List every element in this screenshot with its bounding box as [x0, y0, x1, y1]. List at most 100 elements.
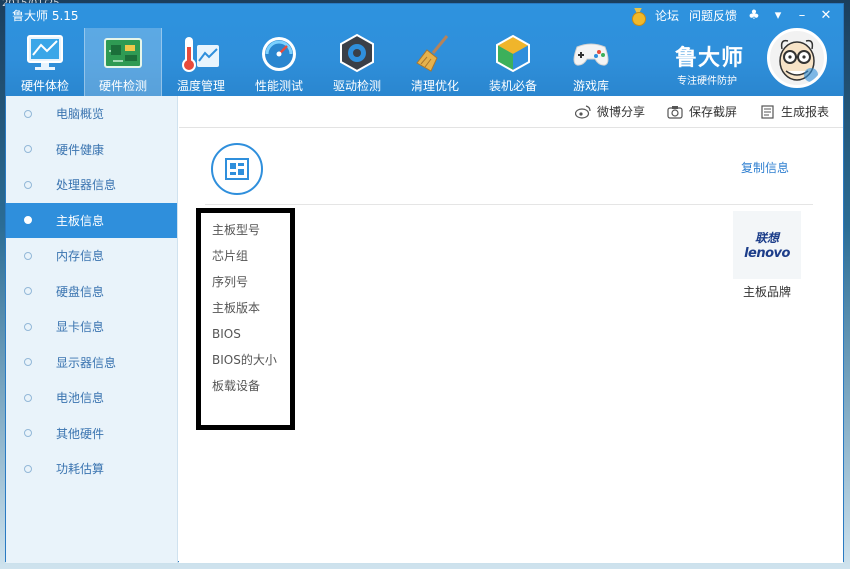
sidebar-item-label: 硬件健康 [56, 142, 105, 157]
monitor-icon [27, 35, 63, 70]
save-screenshot-button[interactable]: 保存截屏 [667, 103, 737, 120]
info-row-onboard: 板载设备 [212, 379, 261, 393]
broom-icon [416, 35, 449, 72]
sidebar-item-battery[interactable]: 电池信息 [6, 380, 177, 416]
sidebar-item-label: 电脑概览 [56, 107, 105, 122]
app-window: 鲁大师 5.15 论坛 问题反馈 ♣ ▾ – ✕ 硬件体检 硬件检测 温度管理 … [5, 3, 844, 563]
bullet-icon [24, 216, 32, 225]
weibo-share-button[interactable]: 微博分享 [574, 103, 645, 120]
logo-text-en: lenovo [744, 246, 790, 261]
bullet-icon [24, 464, 32, 473]
skin-icon[interactable]: ♣ [747, 8, 761, 23]
gear-chip-icon [340, 33, 374, 73]
motherboard-info-list: 主板型号 芯片组 序列号 主板版本 BIOS BIOS的大小 板载设备 [196, 208, 295, 430]
sidebar-item-label: 显卡信息 [56, 320, 105, 335]
brand-slogan: 专注硬件防护 [677, 76, 737, 87]
sidebar-item-overview[interactable]: 电脑概览 [6, 96, 177, 132]
tab-cleanup[interactable]: 清理优化 [396, 28, 474, 96]
info-row-bios: BIOS [212, 327, 241, 341]
tab-driver-detection[interactable]: 驱动检测 [318, 28, 396, 96]
gamepad-icon [573, 43, 609, 66]
sidebar-item-disk[interactable]: 硬盘信息 [6, 274, 177, 310]
sidebar-item-label: 功耗估算 [56, 462, 105, 477]
sidebar-item-power-estimate[interactable]: 功耗估算 [6, 451, 177, 487]
tab-performance[interactable]: 性能测试 [240, 28, 318, 96]
sidebar-item-gpu[interactable]: 显卡信息 [6, 309, 177, 345]
action-label: 保存截屏 [688, 105, 737, 119]
tab-label: 清理优化 [410, 79, 459, 93]
sidebar-item-label: 电池信息 [56, 391, 105, 406]
tab-game-library[interactable]: 游戏库 [552, 28, 630, 96]
sidebar-item-display[interactable]: 显示器信息 [6, 345, 177, 381]
brand-caption: 主板品牌 [742, 285, 791, 299]
motherboard-icon [211, 143, 263, 195]
title-controls: 论坛 问题反馈 ♣ ▾ – ✕ [631, 7, 833, 26]
lenovo-logo: 联想 lenovo [733, 211, 801, 279]
minimize-icon[interactable]: – [795, 8, 809, 23]
feedback-link[interactable]: 问题反馈 [689, 7, 737, 24]
tab-hardware-checkup[interactable]: 硬件体检 [6, 28, 84, 96]
brand-name: 鲁大师 [675, 46, 745, 71]
circuit-board-icon [104, 38, 142, 68]
forum-link[interactable]: 论坛 [655, 7, 679, 24]
camera-icon [667, 105, 683, 119]
sidebar-item-label: 内存信息 [56, 249, 105, 264]
brand-area: 鲁大师 专注硬件防护 [667, 28, 827, 96]
bullet-icon [24, 251, 32, 260]
sidebar-item-label: 显示器信息 [56, 355, 117, 370]
sidebar-item-motherboard[interactable]: 主板信息 [6, 202, 177, 238]
tab-essentials[interactable]: 装机必备 [474, 28, 552, 96]
action-bar: 微博分享 保存截屏 生成报表 [179, 96, 843, 128]
copy-info-link[interactable]: 复制信息 [741, 159, 789, 176]
sidebar-item-label: 硬盘信息 [56, 284, 105, 299]
sidebar-item-health[interactable]: 硬件健康 [6, 132, 177, 168]
tab-label: 装机必备 [488, 79, 537, 93]
tab-temperature[interactable]: 温度管理 [162, 28, 240, 96]
sidebar-item-memory[interactable]: 内存信息 [6, 238, 177, 274]
top-toolbar: 鲁大师 5.15 论坛 问题反馈 ♣ ▾ – ✕ 硬件体检 硬件检测 温度管理 … [6, 4, 843, 96]
sidebar-item-cpu[interactable]: 处理器信息 [6, 167, 177, 203]
sidebar-item-label: 其他硬件 [56, 426, 105, 441]
tab-label: 游戏库 [572, 79, 609, 93]
main-tabs: 硬件体检 硬件检测 温度管理 性能测试 驱动检测 清理优化 装机必备 游戏库 [6, 28, 630, 96]
window-title: 鲁大师 5.15 [12, 9, 79, 23]
bullet-icon [24, 109, 32, 118]
info-row-bios-size: BIOS的大小 [212, 353, 277, 367]
weibo-icon [574, 104, 591, 119]
generate-report-button[interactable]: 生成报表 [759, 103, 829, 120]
action-label: 微博分享 [596, 105, 645, 119]
info-row-model: 主板型号 [212, 223, 261, 237]
menu-dropdown-icon[interactable]: ▾ [771, 8, 785, 23]
bullet-icon [24, 358, 32, 367]
medal-icon[interactable] [631, 8, 646, 26]
tab-label: 硬件体检 [20, 79, 69, 93]
sidebar-item-label: 处理器信息 [56, 178, 117, 193]
close-icon[interactable]: ✕ [819, 8, 833, 23]
cube-icon [496, 34, 530, 73]
tab-label: 硬件检测 [98, 79, 147, 93]
info-row-chipset: 芯片组 [212, 249, 249, 263]
tab-hardware-detection[interactable]: 硬件检测 [84, 28, 162, 96]
bullet-icon [24, 322, 32, 331]
action-label: 生成报表 [780, 105, 829, 119]
divider [205, 204, 813, 205]
bullet-icon [24, 429, 32, 438]
bullet-icon [24, 393, 32, 402]
bullet-icon [24, 180, 32, 189]
info-row-serial: 序列号 [212, 275, 249, 289]
thermometer-icon [182, 37, 219, 72]
mascot-avatar[interactable] [767, 28, 827, 88]
tab-label: 温度管理 [176, 79, 225, 93]
info-row-version: 主板版本 [212, 301, 261, 315]
tab-label: 驱动检测 [332, 79, 381, 93]
speedometer-icon [262, 37, 296, 71]
sidebar: 电脑概览 硬件健康 处理器信息 主板信息 内存信息 硬盘信息 显卡信息 显示器信… [6, 96, 178, 563]
report-icon [761, 104, 774, 119]
bullet-icon [24, 145, 32, 154]
main-content: 微博分享 保存截屏 生成报表 复制信息 主板型号 芯片组 序列号 主板版本 BI… [179, 96, 843, 563]
logo-text-cn: 联想 [754, 231, 779, 245]
tab-label: 性能测试 [254, 79, 303, 93]
sidebar-item-label: 主板信息 [56, 213, 105, 228]
bullet-icon [24, 287, 32, 296]
sidebar-item-other-hardware[interactable]: 其他硬件 [6, 416, 177, 452]
